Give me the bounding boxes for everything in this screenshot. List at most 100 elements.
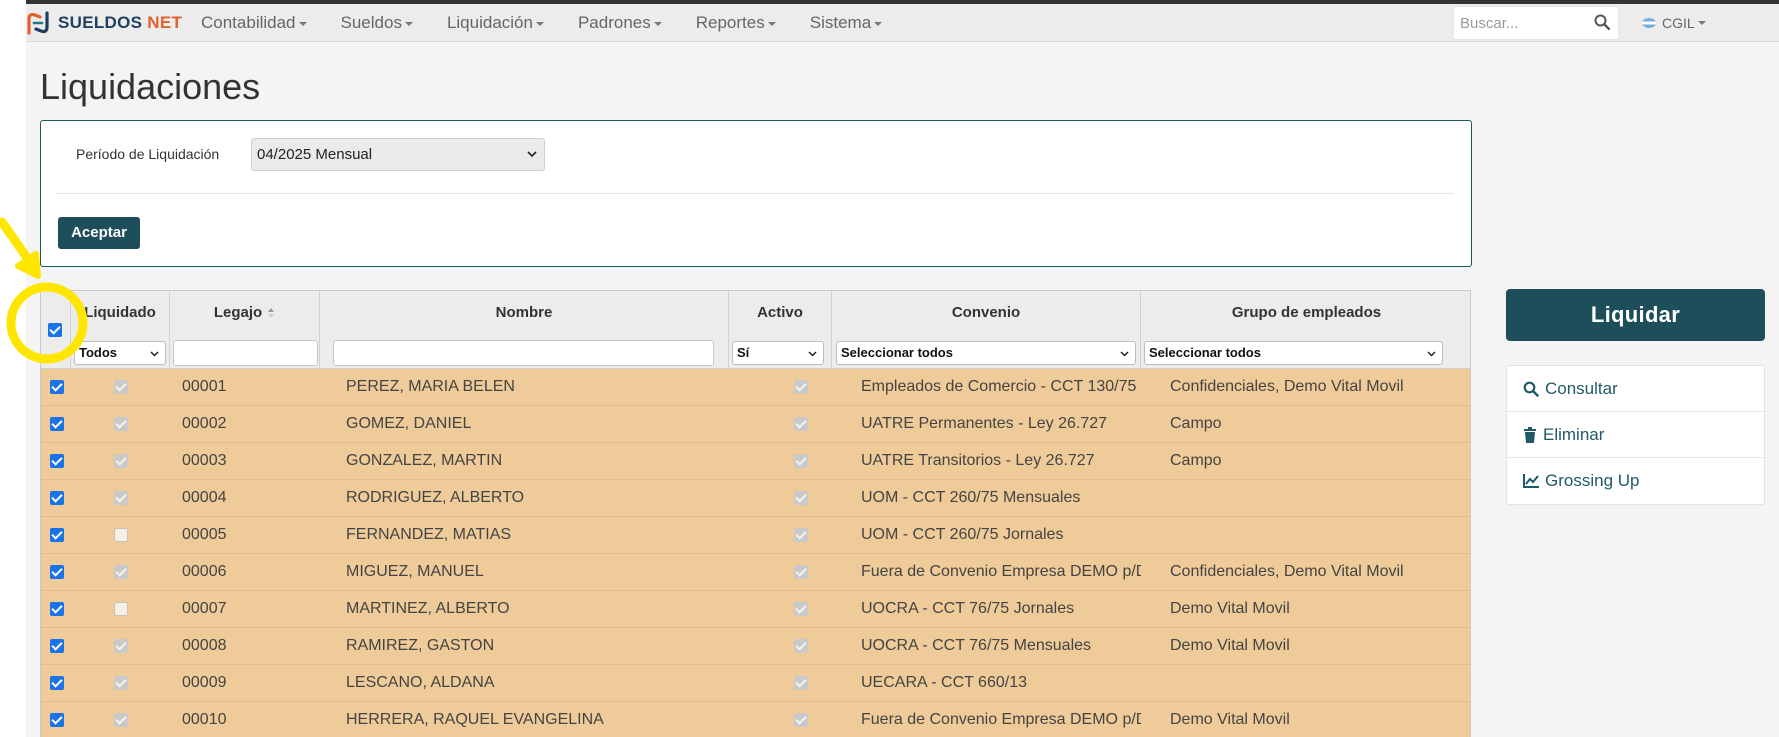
liquidado-checkbox (114, 676, 128, 690)
convenio-cell: UATRE Transitorios - Ley 26.727 (861, 452, 1095, 469)
grupo-cell: Demo Vital Movil (1170, 711, 1290, 728)
row-select-checkbox[interactable] (50, 713, 64, 727)
table-row[interactable]: 00007 MARTINEZ, ALBERTO UOCRA - CCT 76/75 … (41, 591, 1470, 628)
legajo-cell: 00008 (182, 637, 227, 654)
header-convenio-label[interactable]: Convenio (832, 304, 1140, 321)
liquidado-checkbox (114, 491, 128, 505)
consultar-action[interactable]: Consultar (1507, 366, 1764, 412)
table-row[interactable]: 00006 MIGUEZ, MANUEL Fuera de Convenio Emp… (41, 554, 1470, 591)
grossing-up-action[interactable]: Grossing Up (1507, 458, 1764, 504)
header-convenio: Convenio Seleccionar todos (832, 291, 1141, 369)
argentina-flag-icon (1642, 18, 1656, 28)
header-grupo-label[interactable]: Grupo de empleados (1141, 304, 1470, 321)
convenio-cell: UATRE Permanentes - Ley 26.727 (861, 415, 1108, 432)
menu-contabilidad[interactable]: Contabilidad (184, 4, 324, 42)
activo-checkbox (794, 417, 808, 431)
table-row[interactable]: 00010 HERRERA, RAQUEL EVANGELINA Fuera de … (41, 702, 1470, 737)
grupo-filter[interactable]: Seleccionar todos (1144, 341, 1443, 365)
eliminar-action[interactable]: Eliminar (1507, 412, 1764, 458)
table-row[interactable]: 00003 GONZALEZ, MARTIN UATRE Transitorios … (41, 443, 1470, 480)
row-select-checkbox[interactable] (50, 528, 64, 542)
row-select-checkbox[interactable] (50, 676, 64, 690)
divider (57, 193, 1454, 194)
activo-checkbox (794, 380, 808, 394)
select-all-checkbox[interactable] (48, 323, 62, 337)
activo-filter[interactable]: Sí (732, 341, 824, 365)
row-select-checkbox[interactable] (50, 491, 64, 505)
table-row[interactable]: 00004 RODRIGUEZ, ALBERTO UOM - CCT 260/75 … (41, 480, 1470, 517)
menu-sistema[interactable]: Sistema (793, 4, 899, 42)
header-liquidado: Liquidado Todos (71, 291, 170, 369)
row-select-checkbox[interactable] (50, 380, 64, 394)
sort-icon (268, 308, 275, 319)
app-logo[interactable]: SUELDOS NET (26, 8, 182, 38)
period-select[interactable]: 04/2025 Mensual (251, 138, 545, 171)
table-row[interactable]: 00005 FERNANDEZ, MATIAS UOM - CCT 260/75 J… (41, 517, 1470, 554)
legajo-cell: 00002 (182, 415, 227, 432)
legajo-filter-input[interactable] (173, 340, 318, 366)
header-activo-label[interactable]: Activo (729, 304, 831, 321)
nombre-cell: HERRERA, RAQUEL EVANGELINA (346, 711, 604, 728)
chevron-down-icon (1427, 351, 1436, 357)
liquidado-checkbox (114, 602, 128, 616)
activo-checkbox (794, 491, 808, 505)
convenio-cell: UOCRA - CCT 76/75 Jornales (861, 600, 1075, 617)
trash-icon (1524, 426, 1536, 443)
row-select-checkbox[interactable] (50, 565, 64, 579)
page-title: Liquidaciones (40, 66, 261, 107)
convenio-cell: Fuera de Convenio Empresa DEMO p/Demo (861, 711, 1141, 728)
table-row[interactable]: 00002 GOMEZ, DANIEL UATRE Permanentes - Le… (41, 406, 1470, 443)
grupo-cell: Demo Vital Movil (1170, 637, 1290, 654)
period-value: 04/2025 Mensual (257, 146, 373, 163)
activo-checkbox (794, 454, 808, 468)
chevron-down-icon (808, 351, 817, 357)
menu-liquidacion[interactable]: Liquidación (430, 4, 561, 42)
table-row[interactable]: 00001 PEREZ, MARIA BELEN Empleados de Come… (41, 369, 1470, 406)
search-icon[interactable] (1594, 14, 1610, 30)
table-row[interactable]: 00009 LESCANO, ALDANA UECARA - CCT 660/13 (41, 665, 1470, 702)
row-select-checkbox[interactable] (50, 639, 64, 653)
caret-down-icon (404, 21, 413, 26)
legajo-cell: 00001 (182, 378, 227, 395)
header-legajo: Legajo (170, 291, 320, 369)
row-select-checkbox[interactable] (50, 454, 64, 468)
logo-icon (27, 11, 49, 35)
select-all-column (41, 291, 71, 369)
grupo-cell (1170, 480, 1470, 516)
period-label: Período de Liquidación (76, 146, 220, 162)
caret-down-icon (298, 21, 307, 26)
nombre-cell: MIGUEZ, MANUEL (346, 563, 484, 580)
header-legajo-label[interactable]: Legajo (170, 304, 319, 321)
convenio-filter[interactable]: Seleccionar todos (836, 341, 1136, 365)
activo-checkbox (794, 676, 808, 690)
legajo-cell: 00003 (182, 452, 227, 469)
legajo-cell: 00005 (182, 526, 227, 543)
nombre-filter-input[interactable] (333, 340, 714, 366)
header-nombre-label[interactable]: Nombre (320, 304, 728, 321)
row-select-checkbox[interactable] (50, 602, 64, 616)
menu-sueldos[interactable]: Sueldos (324, 4, 430, 42)
menu-reportes[interactable]: Reportes (679, 4, 793, 42)
liquidado-filter-value: Todos (79, 345, 118, 360)
convenio-cell: UOCRA - CCT 76/75 Mensuales (861, 637, 1092, 654)
grupo-cell: Confidenciales, Demo Vital Movil (1170, 378, 1404, 395)
header-grupo: Grupo de empleados Seleccionar todos (1141, 291, 1470, 369)
header-liquidado-label[interactable]: Liquidado (71, 304, 169, 321)
grupo-cell: Campo (1170, 452, 1222, 469)
search-input[interactable] (1454, 7, 1584, 39)
user-menu[interactable]: CGIL (1642, 4, 1706, 42)
liquidar-button[interactable]: Liquidar (1506, 289, 1765, 341)
grupo-cell: Demo Vital Movil (1170, 600, 1290, 617)
liquidado-checkbox (114, 713, 128, 727)
table-header: Liquidado Todos Legajo Nombre Activo Sí … (41, 291, 1470, 369)
liquidado-filter[interactable]: Todos (74, 341, 166, 365)
row-select-checkbox[interactable] (50, 417, 64, 431)
table-row[interactable]: 00008 RAMIREZ, GASTON UOCRA - CCT 76/75 Me… (41, 628, 1470, 665)
user-name: CGIL (1662, 15, 1695, 31)
convenio-cell: Empleados de Comercio - CCT 130/75 (861, 378, 1137, 395)
nombre-cell: RODRIGUEZ, ALBERTO (346, 489, 525, 506)
menu-padrones[interactable]: Padrones (561, 4, 679, 42)
accept-button[interactable]: Aceptar (58, 217, 140, 249)
nombre-cell: FERNANDEZ, MATIAS (346, 526, 512, 543)
legajo-cell: 00007 (182, 600, 227, 617)
